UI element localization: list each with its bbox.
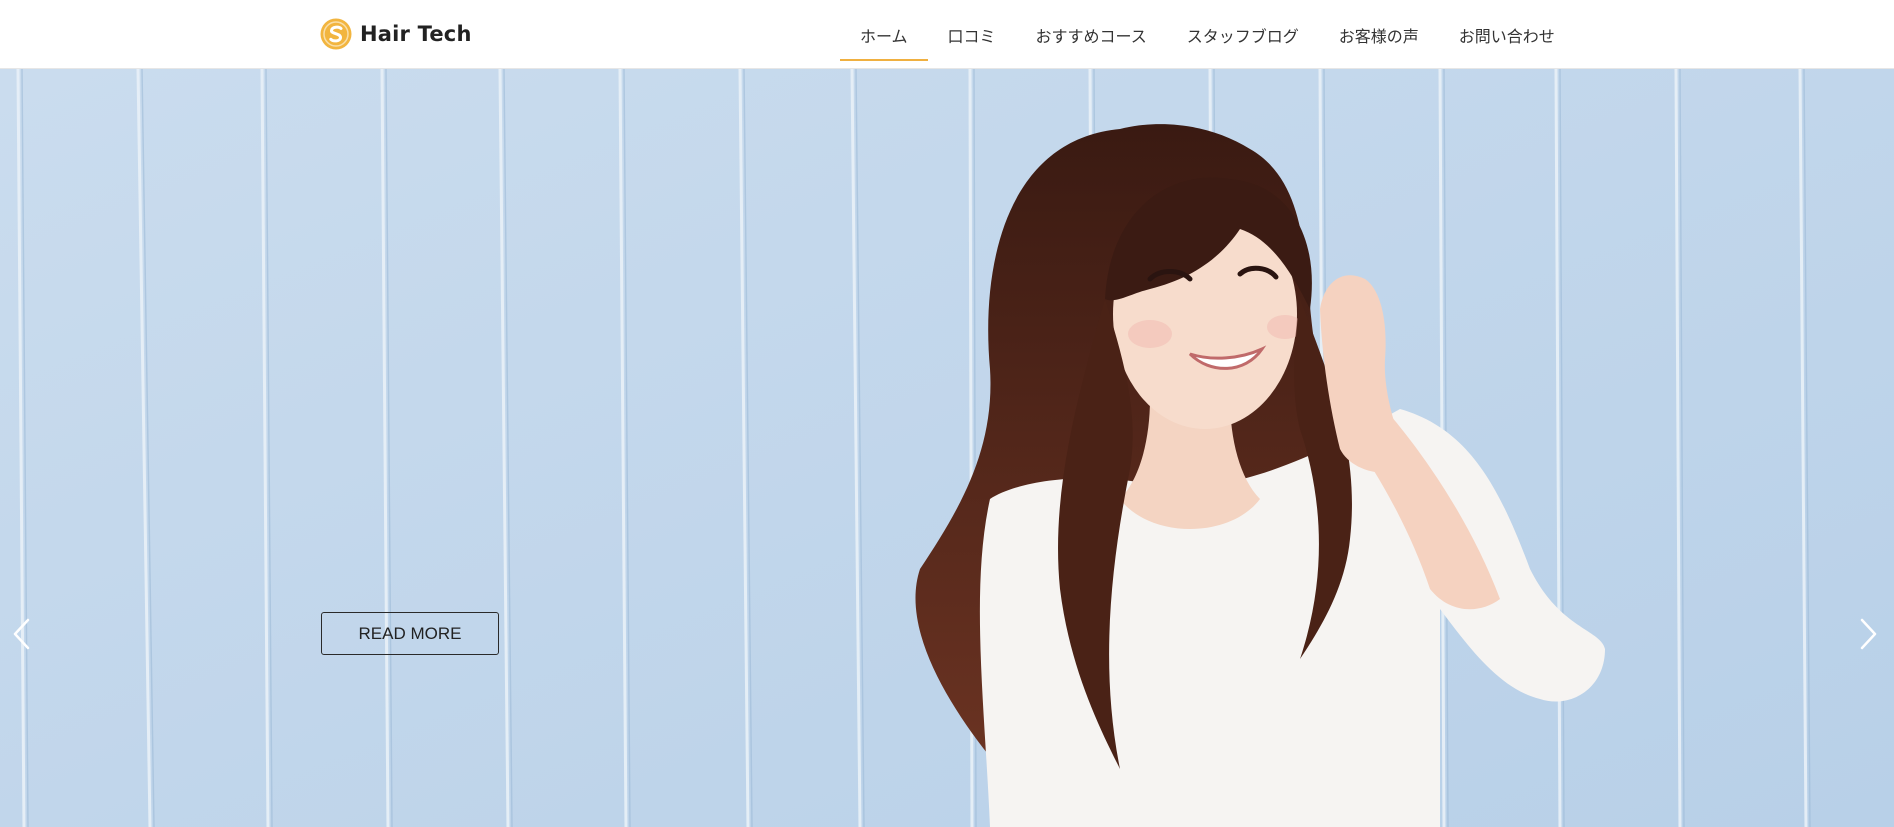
hero-image [0, 69, 1894, 827]
nav-item-staff-blog[interactable]: スタッフブログ [1167, 0, 1319, 69]
slider-next-button[interactable] [1856, 617, 1880, 651]
main-nav: ホーム 口コミ おすすめコース スタッフブログ お客様の声 お問い合わせ [840, 0, 1575, 69]
logo-link[interactable]: Hair Tech [320, 18, 472, 50]
read-more-button[interactable]: READ MORE [321, 612, 499, 655]
hero-slider: READ MORE [0, 69, 1894, 827]
nav-item-recommended-courses[interactable]: おすすめコース [1016, 0, 1167, 69]
logo-text: Hair Tech [360, 22, 472, 46]
nav-item-contact[interactable]: お問い合わせ [1439, 0, 1575, 69]
s-circle-logo-icon [320, 18, 352, 50]
site-header: Hair Tech ホーム 口コミ おすすめコース スタッフブログ お客様の声 … [0, 0, 1894, 69]
chevron-right-icon [1860, 618, 1877, 650]
slider-prev-button[interactable] [10, 617, 34, 651]
chevron-left-icon [13, 618, 30, 650]
nav-item-home[interactable]: ホーム [840, 0, 928, 69]
nav-item-testimonials[interactable]: お客様の声 [1319, 0, 1439, 69]
nav-item-reviews[interactable]: 口コミ [928, 0, 1016, 69]
